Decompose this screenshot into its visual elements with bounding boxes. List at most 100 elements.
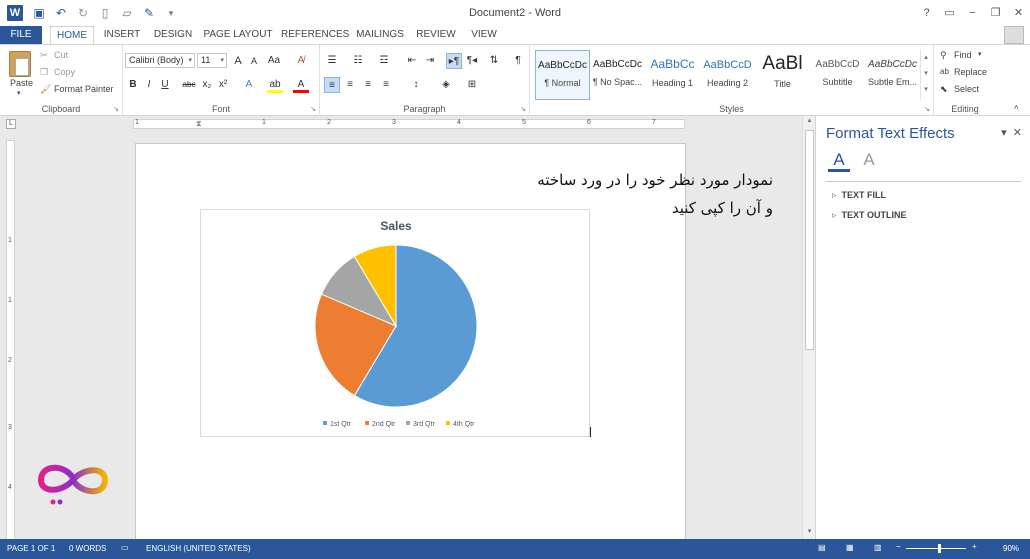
increase-indent-icon[interactable]: ⇥	[422, 53, 438, 69]
font-color-icon[interactable]: A	[293, 77, 309, 93]
format-painter-button[interactable]: Format Painter	[54, 84, 114, 94]
text-outline-section[interactable]: ▹ TEXT OUTLINE	[832, 210, 907, 221]
style-subtle-emphasis[interactable]: AaBbCcDc Subtle Em...	[865, 50, 920, 100]
restore-icon[interactable]: ❐	[984, 0, 1007, 26]
web-layout-icon[interactable]: ▥	[874, 543, 882, 552]
word-count[interactable]: 0 WORDS	[69, 544, 106, 553]
rtl-direction-icon[interactable]: ¶◂	[464, 53, 480, 69]
zoom-out-icon[interactable]: −	[896, 542, 901, 551]
pane-close-icon[interactable]: ✕	[1013, 127, 1022, 139]
strikethrough-button[interactable]: abc	[181, 77, 197, 93]
sort-icon[interactable]: ⇅	[486, 53, 502, 69]
style-heading-1[interactable]: AaBbCc Heading 1	[645, 50, 700, 100]
align-center-icon[interactable]: ≡	[342, 77, 358, 93]
shrink-font-button[interactable]: A	[246, 53, 262, 69]
copy-button[interactable]: Copy	[54, 67, 75, 77]
font-name-select[interactable]: Calibri (Body) ▾	[125, 53, 195, 68]
italic-button[interactable]: I	[141, 77, 157, 93]
find-dropdown-icon[interactable]: ▾	[978, 50, 982, 58]
replace-icon: ab	[940, 67, 949, 76]
account-avatar[interactable]	[1004, 26, 1024, 44]
language-status[interactable]: ENGLISH (UNITED STATES)	[146, 544, 251, 553]
vertical-scrollbar[interactable]: ▴ ▾	[802, 116, 815, 539]
tab-mailings[interactable]: MAILINGS	[353, 26, 407, 44]
style-normal[interactable]: AaBbCcDc ¶ Normal	[535, 50, 590, 100]
style-subtitle[interactable]: AaBbCcD Subtitle	[810, 50, 865, 100]
decrease-indent-icon[interactable]: ⇤	[404, 53, 420, 69]
tab-view[interactable]: VIEW	[466, 26, 502, 44]
shading-icon[interactable]: ◈	[438, 77, 454, 93]
tab-page-layout[interactable]: PAGE LAYOUT	[203, 26, 273, 44]
numbering-icon[interactable]: ☷	[350, 53, 366, 69]
font-launcher-icon[interactable]: ↘	[310, 105, 316, 113]
text-fill-section[interactable]: ▹ TEXT FILL	[832, 190, 886, 201]
chart-title[interactable]: Sales	[380, 219, 412, 233]
chevron-down-icon: ▾	[220, 57, 224, 64]
text-effects-icon[interactable]: A	[241, 77, 257, 93]
bold-button[interactable]: B	[125, 77, 141, 93]
highlight-icon[interactable]: ab	[267, 77, 283, 93]
read-mode-icon[interactable]: ▤	[818, 543, 826, 552]
document-text-line-1[interactable]: نمودار مورد نظر خود را در ورد ساخته	[373, 171, 773, 189]
zoom-slider[interactable]	[906, 548, 966, 549]
styles-gallery-scroll[interactable]: ▴ ▾ ▾	[920, 50, 931, 100]
text-effects-icon[interactable]: A	[858, 150, 880, 172]
clear-format-icon[interactable]: A̸	[293, 53, 309, 69]
font-size-select[interactable]: 11 ▾	[197, 53, 227, 68]
paste-icon[interactable]	[9, 51, 31, 77]
subscript-button[interactable]: x₂	[199, 77, 215, 93]
tab-insert[interactable]: INSERT	[100, 26, 144, 44]
vertical-ruler[interactable]: 1 1 2 3 4	[6, 140, 15, 540]
align-right-icon[interactable]: ≡	[360, 77, 376, 93]
multilevel-list-icon[interactable]: ☲	[376, 53, 392, 69]
tab-review[interactable]: REVIEW	[414, 26, 458, 44]
text-fill-outline-icon[interactable]: A	[828, 150, 850, 172]
justify-icon[interactable]: ≡	[378, 77, 394, 93]
pie-chart[interactable]: Sales 1st Qtr 2nd Qtr 3rd Qtr 4th Qtr	[200, 209, 590, 437]
close-icon[interactable]: ✕	[1007, 0, 1030, 26]
page-count[interactable]: PAGE 1 OF 1	[7, 544, 55, 553]
bullets-icon[interactable]: ☰	[324, 53, 340, 69]
zoom-level[interactable]: 90%	[1003, 544, 1019, 553]
paste-button[interactable]: Paste	[10, 78, 33, 88]
style-heading-2[interactable]: AaBbCcD Heading 2	[700, 50, 755, 100]
help-icon[interactable]: ?	[915, 0, 938, 26]
paragraph-launcher-icon[interactable]: ↘	[520, 105, 526, 113]
scroll-thumb[interactable]	[805, 130, 814, 350]
underline-button[interactable]: U	[157, 77, 173, 93]
horizontal-ruler[interactable]: 1 1 2 3 4 5 6 7 ⧗	[133, 119, 685, 129]
style-no-spacing[interactable]: AaBbCcDc ¶ No Spac...	[590, 50, 645, 100]
zoom-slider-thumb[interactable]	[938, 544, 941, 553]
text-outline-label: TEXT OUTLINE	[841, 210, 907, 220]
pane-options-icon[interactable]: ▾	[1001, 127, 1007, 139]
ltr-direction-icon[interactable]: ▸¶	[446, 53, 462, 69]
tab-file[interactable]: FILE	[0, 26, 42, 44]
ribbon-display-icon[interactable]: ▭	[938, 0, 961, 26]
superscript-button[interactable]: x²	[215, 77, 231, 93]
indent-marker-icon[interactable]: ⧗	[196, 119, 202, 129]
align-left-icon[interactable]: ≡	[324, 77, 340, 93]
tab-selector[interactable]: L	[6, 119, 16, 129]
zoom-in-icon[interactable]: +	[972, 542, 977, 551]
show-marks-button[interactable]: ¶	[510, 53, 526, 69]
replace-button[interactable]: Replace	[954, 67, 987, 77]
paste-dropdown-icon[interactable]: ▾	[17, 89, 21, 97]
find-button[interactable]: Find	[954, 50, 972, 60]
tab-home[interactable]: HOME	[50, 26, 94, 45]
cut-button[interactable]: Cut	[54, 50, 68, 60]
print-layout-icon[interactable]: ▦	[846, 543, 854, 552]
collapse-ribbon-icon[interactable]: ˄	[1014, 103, 1019, 112]
style-title[interactable]: AaBl Title	[755, 50, 810, 100]
minimize-icon[interactable]: −	[961, 0, 984, 26]
line-spacing-icon[interactable]: ↕	[408, 77, 424, 93]
tab-references[interactable]: REFERENCES	[281, 26, 349, 44]
borders-icon[interactable]: ⊞	[464, 77, 480, 93]
select-button[interactable]: Select	[954, 84, 979, 94]
document-page[interactable]: نمودار مورد نظر خود را در ورد ساخته و آن…	[135, 143, 773, 559]
styles-launcher-icon[interactable]: ↘	[924, 105, 930, 113]
tab-design[interactable]: DESIGN	[150, 26, 196, 44]
change-case-button[interactable]: Aa	[266, 53, 282, 69]
clipboard-launcher-icon[interactable]: ↘	[113, 105, 119, 113]
grow-font-button[interactable]: A	[230, 53, 246, 69]
proofing-icon[interactable]: ▭	[121, 543, 129, 552]
